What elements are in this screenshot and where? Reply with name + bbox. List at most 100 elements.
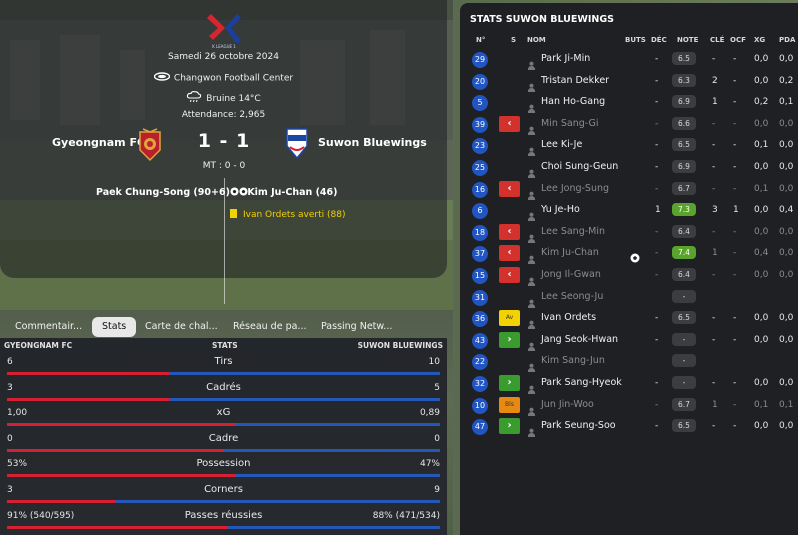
drizzle-icon: [186, 91, 202, 106]
tab-bar: Commentair... Stats Carte de chal... Rés…: [0, 316, 447, 338]
stat-row: 1,00 xG 0,89: [0, 403, 447, 429]
weather-line: Bruine 14°C: [0, 91, 447, 106]
stat-bar: [7, 448, 440, 452]
yellow-card-badge: Av: [499, 310, 520, 327]
player-row[interactable]: 18 ‹ Lee Sang-Min - - - 0,0 0,0 6.4: [460, 222, 798, 243]
player-row[interactable]: 37 ‹ Kim Ju-Chan - 1 - 0,4 0,0 7.4: [460, 243, 798, 265]
column-header[interactable]: CLÉ: [710, 36, 724, 44]
player-icon: [527, 120, 536, 135]
player-name[interactable]: Jun Jin-Woo: [541, 399, 594, 410]
player-name[interactable]: Lee Sang-Min: [541, 226, 605, 237]
score: 1 - 1: [197, 130, 251, 152]
stat-label: Corners: [204, 484, 243, 495]
shirt-number-badge: 6: [472, 203, 488, 220]
player-name[interactable]: Jong Il-Gwan: [541, 269, 601, 280]
gyeongnam-crest-icon[interactable]: [138, 128, 162, 162]
player-row[interactable]: 32 › Park Sang-Hyeok - - - 0,0 0,0 -: [460, 373, 798, 394]
goal-ball-icon: [630, 248, 640, 263]
column-header[interactable]: NOTE: [677, 36, 698, 44]
tab-commentary[interactable]: Commentair...: [15, 316, 82, 338]
player-name[interactable]: Han Ho-Gang: [541, 96, 605, 107]
player-row[interactable]: 29 Park Ji-Min - - - 0,0 0,0 6.5: [460, 49, 798, 70]
player-row[interactable]: 23 Lee Ki-Je - - - 0,1 0,0 6.5: [460, 135, 798, 157]
timeline-divider: [224, 178, 225, 304]
stat-row: 3 Corners 9: [0, 480, 447, 506]
player-rating: 6.9: [672, 95, 696, 109]
player-row[interactable]: 6 Yu Je-Ho 1 3 1 0,0 0,4 7.3: [460, 200, 798, 222]
player-name[interactable]: Lee Ki-Je: [541, 139, 582, 150]
stat-cell-dec: -: [655, 75, 659, 86]
stat-row: 91% (540/595) Passes réussies 88% (471/534…: [0, 506, 447, 532]
player-icon: [527, 293, 536, 308]
player-row[interactable]: 47 › Park Seung-Soo - - - 0,0 0,0 6.5: [460, 416, 798, 438]
column-header[interactable]: N°: [476, 36, 485, 44]
column-header[interactable]: XG: [754, 36, 765, 44]
player-row[interactable]: 5 Han Ho-Gang - 1 - 0,2 0,1 6.9: [460, 92, 798, 114]
player-row[interactable]: 20 Tristan Dekker - 2 - 0,0 0,2 6.3: [460, 71, 798, 92]
column-header[interactable]: BUTS: [625, 36, 646, 44]
away-team-name[interactable]: Suwon Bluewings: [318, 136, 427, 149]
stat-cell-key: -: [712, 226, 716, 237]
player-name[interactable]: Choi Sung-Geun: [541, 161, 618, 172]
player-row[interactable]: 31 Lee Seong-Ju -: [460, 287, 798, 308]
player-row[interactable]: 10 Bls Jun Jin-Woo - 1 - 0,1 0,1 6.7: [460, 395, 798, 416]
column-header[interactable]: PDA: [779, 36, 795, 44]
stat-cell-ocf: -: [733, 399, 737, 410]
stat-cell-pda: 0,0: [779, 421, 794, 432]
stat-cell-key: -: [712, 183, 716, 194]
player-name[interactable]: Lee Jong-Sung: [541, 183, 609, 194]
stats-comparison: GYEONGNAM FC STATS SUWON BLUEWINGS 6 Tirs…: [0, 338, 447, 535]
league-logo: K LEAGUE 1: [205, 10, 243, 50]
stat-cell-pda: 0,0: [779, 140, 794, 151]
tab-pass-network[interactable]: Réseau de pa...: [233, 316, 306, 338]
sub-off-icon: ‹: [499, 223, 520, 240]
shirt-number-badge: 10: [472, 397, 488, 414]
player-name[interactable]: Min Sang-Gi: [541, 118, 599, 129]
stat-away-value: 9: [434, 485, 440, 495]
home-team-name[interactable]: Gyeongnam FC: [52, 136, 145, 149]
player-name[interactable]: Kim Ju-Chan: [541, 247, 599, 258]
stat-label: Possession: [196, 458, 251, 470]
tab-passing-network[interactable]: Passing Netw...: [321, 316, 392, 338]
player-name[interactable]: Park Seung-Soo: [541, 420, 616, 431]
player-name[interactable]: Kim Sang-Jun: [541, 355, 605, 366]
match-date: Samedi 26 octobre 2024: [168, 52, 279, 62]
player-name[interactable]: Ivan Ordets: [541, 312, 596, 323]
stat-cell-ocf: -: [733, 97, 737, 108]
player-row[interactable]: 16 ‹ Lee Jong-Sung - - - 0,1 0,0 6.7: [460, 179, 798, 200]
player-name[interactable]: Park Sang-Hyeok: [541, 377, 622, 388]
player-row[interactable]: 22 Kim Sang-Jun -: [460, 351, 798, 373]
stat-away-value: 47%: [419, 459, 440, 470]
player-name[interactable]: Jang Seok-Hwan: [541, 334, 618, 345]
stat-cell-xg: 0,1: [754, 399, 769, 410]
player-row[interactable]: 25 Choi Sung-Geun - - - 0,0 0,0 6.9: [460, 157, 798, 178]
player-rating: 6.5: [672, 138, 696, 152]
shirt-number-badge: 15: [472, 268, 488, 284]
player-name[interactable]: Park Ji-Min: [541, 53, 590, 64]
player-row[interactable]: 15 ‹ Jong Il-Gwan - - - 0,0 0,0 6.4: [460, 265, 798, 286]
shirt-number-badge: 20: [472, 73, 488, 90]
player-row[interactable]: 43 › Jang Seok-Hwan - - - 0,0 0,0 -: [460, 330, 798, 351]
stat-cell-key: 1: [712, 97, 718, 108]
sub-off-icon: ‹: [499, 267, 520, 283]
player-row[interactable]: 39 ‹ Min Sang-Gi - - - 0,0 0,0 6.6: [460, 114, 798, 135]
player-icon: [527, 228, 536, 243]
column-header[interactable]: OCF: [730, 36, 746, 44]
suwon-crest-icon[interactable]: [285, 126, 309, 160]
player-name[interactable]: Yu Je-Ho: [541, 204, 580, 215]
tab-heatmap[interactable]: Carte de chal...: [145, 316, 218, 338]
stat-cell-key: -: [712, 313, 716, 324]
stat-away-value: 0,89: [419, 408, 440, 419]
stat-bar: [7, 397, 440, 401]
column-header[interactable]: DÉC: [651, 36, 667, 44]
player-name[interactable]: Tristan Dekker: [541, 75, 609, 86]
stat-cell-ocf: -: [733, 54, 737, 64]
player-rating: 6.5: [672, 52, 696, 65]
tab-stats[interactable]: Stats: [92, 317, 137, 337]
player-row[interactable]: 36 Av Ivan Ordets - - - 0,0 0,0 6.5: [460, 308, 798, 330]
column-header[interactable]: S: [511, 36, 516, 44]
player-name[interactable]: Lee Seong-Ju: [541, 291, 603, 302]
column-header[interactable]: NOM: [527, 36, 546, 44]
player-icon: [527, 422, 536, 438]
shirt-number-badge: 5: [472, 95, 488, 112]
